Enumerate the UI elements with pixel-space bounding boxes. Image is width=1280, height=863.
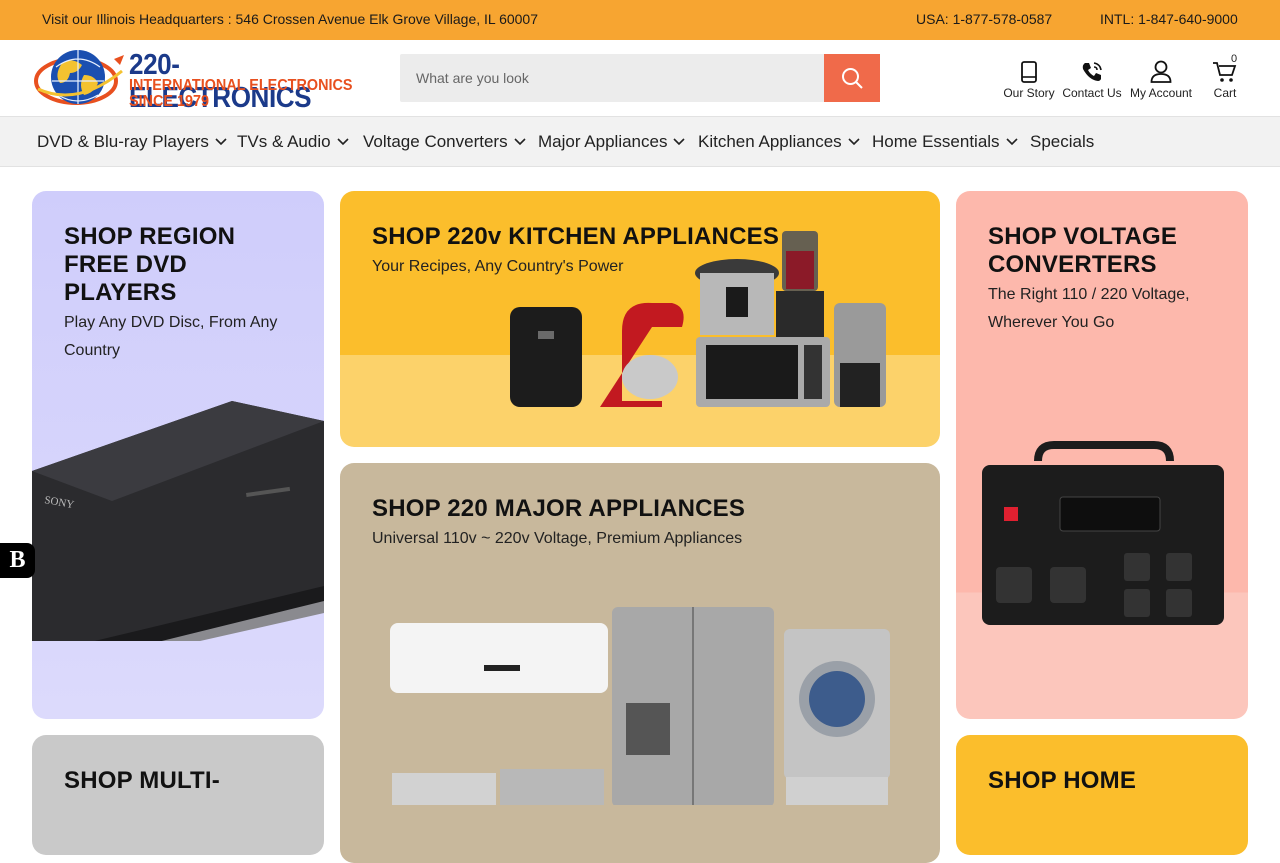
globe-logo-icon (34, 50, 124, 105)
search-bar (400, 54, 880, 102)
nav-label: TVs & Audio (237, 132, 331, 151)
announcement-bar: Visit our Illinois Headquarters : 546 Cr… (0, 0, 1280, 40)
kitchen-appliances-image (510, 231, 886, 407)
nav-item-kitchen-appliances[interactable]: Kitchen Appliances (698, 132, 860, 152)
card-major-appliances[interactable]: SHOP 220 MAJOR APPLIANCES Universal 110v… (340, 463, 940, 863)
nav-label: Voltage Converters (363, 132, 508, 151)
cart-link[interactable]: 0 Cart (1206, 53, 1244, 100)
chevron-down-icon (514, 138, 526, 146)
site-logo[interactable]: 220-ELECTRONICS INTERNATIONAL ELECTRONIC… (32, 45, 352, 114)
contact-us-label: Contact Us (1062, 86, 1122, 100)
card-title: SHOP VOLTAGE CONVERTERS (988, 223, 1178, 278)
chevron-down-icon (215, 138, 227, 146)
dvd-player-image: SONY (32, 401, 324, 641)
main-navigation: DVD & Blu-ray Players TVs & Audio Voltag… (0, 116, 1280, 167)
card-subtitle: The Right 110 / 220 Voltage, Wherever Yo… (988, 286, 1190, 331)
chevron-down-icon (673, 138, 686, 146)
search-icon (842, 68, 863, 89)
nav-item-major-appliances[interactable]: Major Appliances (538, 132, 686, 152)
headquarters-address[interactable]: Visit our Illinois Headquarters : 546 Cr… (42, 11, 538, 27)
card-title: SHOP 220 MAJOR APPLIANCES (372, 495, 746, 522)
nav-label: Kitchen Appliances (698, 132, 842, 151)
logo-tagline: INTERNATIONAL ELECTRONICS (129, 77, 353, 94)
nav-label: Major Appliances (538, 132, 668, 151)
card-multi-system[interactable]: SHOP MULTI- (32, 735, 324, 855)
cart-count-badge: 0 (1231, 53, 1238, 65)
side-widget-tab[interactable]: B (0, 543, 35, 578)
search-button[interactable] (824, 54, 880, 102)
nav-label: DVD & Blu-ray Players (37, 132, 209, 151)
our-story-label: Our Story (1003, 86, 1055, 100)
user-icon (1150, 60, 1172, 83)
intl-phone[interactable]: INTL: 1-847-640-9000 (1100, 11, 1238, 27)
phone-icon (1082, 62, 1102, 81)
nav-item-tvs-audio[interactable]: TVs & Audio (237, 132, 349, 152)
nav-item-home-essentials[interactable]: Home Essentials (872, 132, 1018, 152)
card-kitchen-appliances[interactable]: SHOP 220v KITCHEN APPLIANCES Your Recipe… (340, 191, 940, 447)
nav-item-specials[interactable]: Specials (1030, 132, 1094, 152)
chevron-down-icon (848, 138, 860, 146)
site-header: 220-ELECTRONICS INTERNATIONAL ELECTRONIC… (0, 40, 1280, 116)
card-voltage-converters[interactable]: SHOP VOLTAGE CONVERTERS The Right 110 / … (956, 191, 1248, 719)
usa-phone[interactable]: USA: 1-877-578-0587 (916, 11, 1052, 27)
card-subtitle: Play Any DVD Disc, From Any Country (64, 314, 278, 359)
card-home-essentials[interactable]: SHOP HOME (956, 735, 1248, 855)
nav-label: Home Essentials (872, 132, 1000, 151)
card-subtitle: Universal 110v ~ 220v Voltage, Premium A… (372, 530, 743, 547)
contact-us-link[interactable]: Contact Us (1062, 58, 1122, 100)
card-title: SHOP HOME (988, 767, 1137, 794)
card-title: SHOP REGION FREE DVD PLAYERS (64, 223, 236, 306)
voltage-converter-image (982, 441, 1224, 625)
chevron-down-icon (336, 138, 349, 146)
card-title: SHOP MULTI- (64, 767, 220, 794)
nav-item-voltage-converters[interactable]: Voltage Converters (363, 132, 526, 152)
my-account-label: My Account (1129, 86, 1193, 100)
search-input[interactable] (400, 54, 824, 102)
logo-since: SINCE 1979 (129, 93, 210, 110)
book-icon (1021, 61, 1037, 83)
nav-label: Specials (1030, 132, 1095, 151)
chevron-down-icon (1005, 138, 1018, 146)
cart-label: Cart (1213, 86, 1237, 100)
my-account-link[interactable]: My Account (1129, 58, 1193, 100)
major-appliances-image (390, 607, 890, 805)
card-region-free-dvd[interactable]: SHOP REGION FREE DVD PLAYERS Play Any DV… (32, 191, 324, 719)
our-story-link[interactable]: Our Story (1003, 58, 1055, 100)
nav-item-dvd-bluray[interactable]: DVD & Blu-ray Players (37, 132, 227, 152)
